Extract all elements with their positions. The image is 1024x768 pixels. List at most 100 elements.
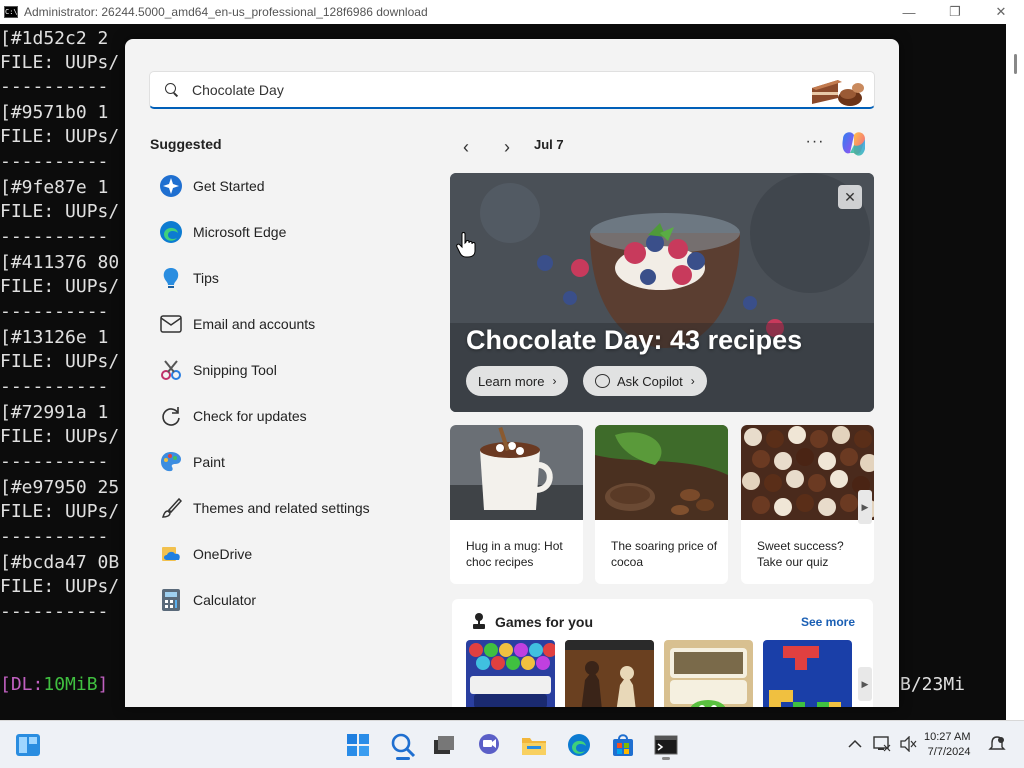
notification-bell-icon[interactable] xyxy=(987,734,1007,754)
game-cut-the-rope[interactable] xyxy=(664,640,753,707)
article-card[interactable]: Hug in a mug: Hot choc recipes xyxy=(450,425,583,584)
joystick-icon xyxy=(473,613,485,629)
console-line: FILE: UUPs/ xyxy=(0,501,120,522)
console-line: [#e97950 25 xyxy=(0,477,120,498)
console-line: FILE: UUPs/ xyxy=(0,426,120,447)
terminal-icon[interactable] xyxy=(650,729,682,761)
hero-close-button[interactable]: ✕ xyxy=(838,185,862,209)
console-line: [#72991a 1 xyxy=(0,402,109,423)
suggested-calculator[interactable]: Calculator xyxy=(149,577,419,623)
prev-button[interactable]: ‹ xyxy=(454,135,478,159)
task-view-icon[interactable] xyxy=(428,729,460,761)
console-line: [#13126e 1 xyxy=(0,327,109,348)
console-progress-text: B/23Mi xyxy=(900,674,966,695)
suggested-microsoft-edge[interactable]: Microsoft Edge xyxy=(149,209,419,255)
articles-scroll-right-button[interactable]: ▶ xyxy=(858,490,872,524)
console-line: ---------- xyxy=(0,76,109,97)
search-icon xyxy=(164,82,180,98)
chat-app-icon[interactable] xyxy=(473,729,505,761)
scrollbar-thumb[interactable] xyxy=(1014,54,1017,74)
suggested-label: Paint xyxy=(193,454,225,470)
console-line: ---------- xyxy=(0,601,109,622)
game-chess[interactable] xyxy=(565,640,654,707)
suggested-onedrive[interactable]: OneDrive xyxy=(149,531,419,577)
edge-taskbar-icon[interactable] xyxy=(563,729,595,761)
widgets-icon[interactable] xyxy=(12,729,44,761)
console-line: FILE: UUPs/ xyxy=(0,576,120,597)
next-button[interactable]: › xyxy=(495,135,519,159)
chocolate-cake-icon xyxy=(812,80,864,106)
suggested-email-accounts[interactable]: Email and accounts xyxy=(149,301,419,347)
store-icon[interactable] xyxy=(607,729,639,761)
console-line: FILE: UUPs/ xyxy=(0,351,120,372)
console-titlebar: C:\ Administrator: 26244.5000_amd64_en-u… xyxy=(0,0,1024,24)
clock-date: 7/7/2024 xyxy=(927,746,971,758)
learn-more-label: Learn more xyxy=(478,373,545,389)
paint-icon xyxy=(159,450,183,474)
brush-icon xyxy=(159,496,183,520)
article-card[interactable]: The soaring price of cocoa xyxy=(595,425,728,584)
suggested-snipping-tool[interactable]: Snipping Tool xyxy=(149,347,419,393)
dl-prefix: [DL: xyxy=(0,674,44,695)
volume-icon[interactable] xyxy=(898,734,918,754)
search-input[interactable] xyxy=(192,81,792,98)
suggested-label: Get Started xyxy=(193,178,265,194)
console-line: ---------- xyxy=(0,526,109,547)
game-block-puzzle[interactable] xyxy=(763,640,852,707)
tips-icon xyxy=(159,266,183,290)
article-card[interactable]: Sweet success? Take our quiz xyxy=(741,425,874,584)
games-scroll-right-button[interactable]: ▶ xyxy=(858,667,872,701)
suggested-heading: Suggested xyxy=(150,136,222,152)
suggested-tips[interactable]: Tips xyxy=(149,255,419,301)
console-scrollbar[interactable] xyxy=(1006,24,1024,720)
clock-time: 10:27 AM xyxy=(924,731,971,743)
edge-icon xyxy=(159,220,183,244)
console-title: Administrator: 26244.5000_amd64_en-us_pr… xyxy=(24,5,428,19)
maximize-button[interactable]: ❐ xyxy=(932,0,978,24)
console-line: FILE: UUPs/ xyxy=(0,276,120,297)
suggested-themes-settings[interactable]: Themes and related settings xyxy=(149,485,419,531)
suggested-paint[interactable]: Paint xyxy=(149,439,419,485)
cocoa-image xyxy=(595,425,728,520)
close-window-button[interactable]: ✕ xyxy=(978,0,1024,24)
copilot-icon[interactable] xyxy=(837,127,871,161)
chat-icon xyxy=(595,374,610,388)
search-panel: Suggested Get Started Microsoft Edge Tip… xyxy=(125,39,899,707)
console-line: ---------- xyxy=(0,301,109,322)
hero-title: Chocolate Day: 43 recipes xyxy=(466,325,803,355)
suggested-label: Snipping Tool xyxy=(193,362,277,378)
console-line: [#bcda47 0B xyxy=(0,552,120,573)
taskbar: 10:27 AM 7/7/2024 xyxy=(0,720,1024,768)
console-line: [#411376 80 xyxy=(0,252,120,273)
minimize-button[interactable]: — xyxy=(886,0,932,24)
games-section: Games for you See more xyxy=(452,599,873,707)
more-options-button[interactable]: ··· xyxy=(803,133,827,157)
suggested-label: OneDrive xyxy=(193,546,253,562)
network-icon[interactable] xyxy=(872,734,892,754)
chevron-up-icon[interactable] xyxy=(845,734,865,754)
search-box[interactable] xyxy=(149,71,875,109)
chevron-right-icon: › xyxy=(690,374,695,388)
calculator-icon xyxy=(159,588,183,612)
learn-more-button[interactable]: Learn more › xyxy=(466,366,569,396)
hero-card[interactable]: ✕ Chocolate Day: 43 recipes Learn more ›… xyxy=(450,173,874,412)
suggested-get-started[interactable]: Get Started xyxy=(149,163,419,209)
chocolates-image xyxy=(741,425,874,520)
console-line: [#1d52c2 2 xyxy=(0,28,109,49)
start-icon[interactable] xyxy=(342,729,374,761)
window-controls: — ❐ ✕ xyxy=(886,0,1024,24)
hot-chocolate-image xyxy=(450,425,583,520)
game-bubble-shooter[interactable] xyxy=(466,640,555,707)
suggested-check-updates[interactable]: Check for updates xyxy=(149,393,419,439)
console-line: ---------- xyxy=(0,151,109,172)
onedrive-icon xyxy=(159,542,183,566)
suggested-label: Email and accounts xyxy=(193,316,316,332)
get-started-icon xyxy=(159,174,183,198)
console-line: FILE: UUPs/ xyxy=(0,126,120,147)
suggested-label: Check for updates xyxy=(193,408,307,424)
search-taskbar-icon[interactable] xyxy=(387,729,419,761)
clock[interactable]: 10:27 AM 7/7/2024 xyxy=(924,730,970,760)
file-explorer-icon[interactable] xyxy=(518,729,550,761)
see-more-link[interactable]: See more xyxy=(801,615,855,629)
ask-copilot-button[interactable]: Ask Copilot › xyxy=(583,366,707,396)
